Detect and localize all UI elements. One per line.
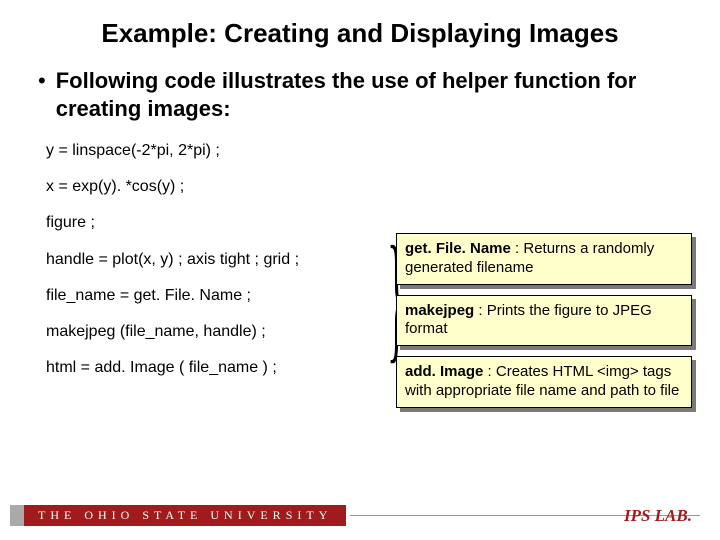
note-box: get. File. Name : Returns a randomly gen… xyxy=(396,233,692,285)
bullet-text: Following code illustrates the use of he… xyxy=(56,67,692,123)
code-line: figure ; xyxy=(46,213,366,232)
note-text: makejpeg : Prints the figure to JPEG for… xyxy=(396,295,692,347)
content-row: y = linspace(-2*pi, 2*pi) ; x = exp(y). … xyxy=(46,141,692,418)
footer-accent xyxy=(10,505,24,526)
note-box: add. Image : Creates HTML <img> tags wit… xyxy=(396,356,692,408)
code-line: y = linspace(-2*pi, 2*pi) ; xyxy=(46,141,366,160)
code-line: file_name = get. File. Name ; xyxy=(46,286,366,305)
note-term: add. Image xyxy=(405,363,483,380)
code-line: handle = plot(x, y) ; axis tight ; grid … xyxy=(46,250,366,269)
code-line: makejpeg (file_name, handle) ; xyxy=(46,322,366,341)
slide: Example: Creating and Displaying Images … xyxy=(0,0,720,540)
lab-label: IPS LAB. xyxy=(624,506,692,526)
brace-column: } xyxy=(366,141,396,381)
note-term: get. File. Name xyxy=(405,240,511,257)
bullet-marker: • xyxy=(38,67,46,95)
code-block: y = linspace(-2*pi, 2*pi) ; x = exp(y). … xyxy=(46,141,366,394)
notes-column: get. File. Name : Returns a randomly gen… xyxy=(396,141,692,418)
slide-title: Example: Creating and Displaying Images xyxy=(28,18,692,49)
footer-bar: THE OHIO STATE UNIVERSITY xyxy=(10,505,700,526)
note-text: add. Image : Creates HTML <img> tags wit… xyxy=(396,356,692,408)
note-box: makejpeg : Prints the figure to JPEG for… xyxy=(396,295,692,347)
note-text: get. File. Name : Returns a randomly gen… xyxy=(396,233,692,285)
code-line: html = add. Image ( file_name ) ; xyxy=(46,358,366,377)
note-term: makejpeg xyxy=(405,302,474,319)
bullet-item: • Following code illustrates the use of … xyxy=(38,67,692,123)
code-line: x = exp(y). *cos(y) ; xyxy=(46,177,366,196)
footer: THE OHIO STATE UNIVERSITY xyxy=(0,505,720,526)
university-name: THE OHIO STATE UNIVERSITY xyxy=(24,505,346,526)
